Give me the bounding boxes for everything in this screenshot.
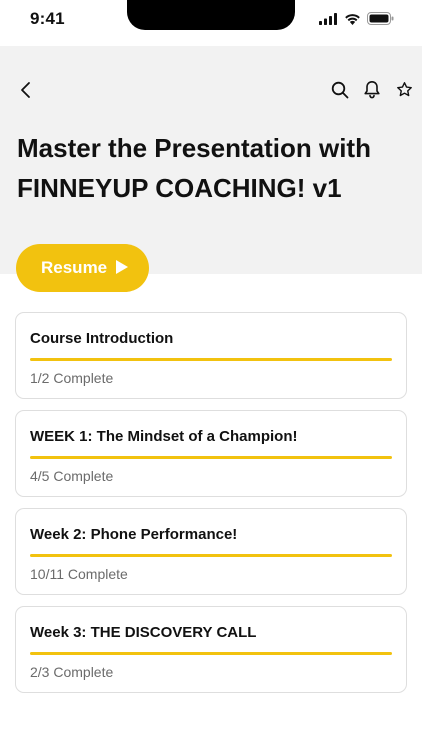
module-card-week-3[interactable]: Week 3: THE DISCOVERY CALL 2/3 Complete (15, 606, 407, 693)
module-progress-fill (30, 358, 392, 361)
search-icon (331, 81, 349, 104)
module-title: Week 2: Phone Performance! (30, 526, 238, 543)
module-progress-fill (30, 456, 392, 459)
module-progress-text: 2/3 Complete (30, 664, 114, 680)
battery-icon (367, 12, 394, 30)
module-title: Week 3: THE DISCOVERY CALL (30, 624, 257, 641)
module-card-course-introduction[interactable]: Course Introduction 1/2 Complete (15, 312, 407, 399)
device-notch (127, 0, 295, 30)
cellular-signal-icon (319, 12, 338, 30)
wifi-icon (344, 12, 361, 30)
module-list: Course Introduction 1/2 Complete WEEK 1:… (15, 312, 407, 704)
module-progress-bar (30, 358, 392, 361)
back-button[interactable] (14, 80, 38, 104)
resume-button[interactable]: Resume (16, 244, 149, 292)
module-progress-bar (30, 652, 392, 655)
favorite-button[interactable] (392, 80, 416, 104)
search-button[interactable] (328, 80, 352, 104)
course-title: Master the Presentation with FINNEYUP CO… (17, 133, 371, 203)
notifications-button[interactable] (360, 80, 384, 104)
module-card-week-2[interactable]: Week 2: Phone Performance! 10/11 Complet… (15, 508, 407, 595)
module-title: WEEK 1: The Mindset of a Champion! (30, 428, 298, 445)
module-progress-bar (30, 456, 392, 459)
resume-button-label: Resume (41, 258, 108, 277)
play-icon (115, 259, 129, 278)
chevron-left-icon (19, 81, 33, 104)
module-progress-fill (30, 554, 392, 557)
star-icon (396, 81, 413, 103)
module-progress-fill (30, 652, 392, 655)
header-actions (328, 80, 416, 104)
module-progress-text: 4/5 Complete (30, 468, 114, 484)
status-icons (319, 12, 394, 30)
module-progress-text: 10/11 Complete (30, 566, 128, 582)
bell-icon (363, 80, 381, 104)
module-progress-text: 1/2 Complete (30, 370, 114, 386)
module-card-week-1[interactable]: WEEK 1: The Mindset of a Champion! 4/5 C… (15, 410, 407, 497)
status-bar: 9:41 (0, 0, 422, 46)
status-time: 9:41 (30, 9, 65, 28)
module-title: Course Introduction (30, 330, 174, 347)
module-progress-bar (30, 554, 392, 557)
